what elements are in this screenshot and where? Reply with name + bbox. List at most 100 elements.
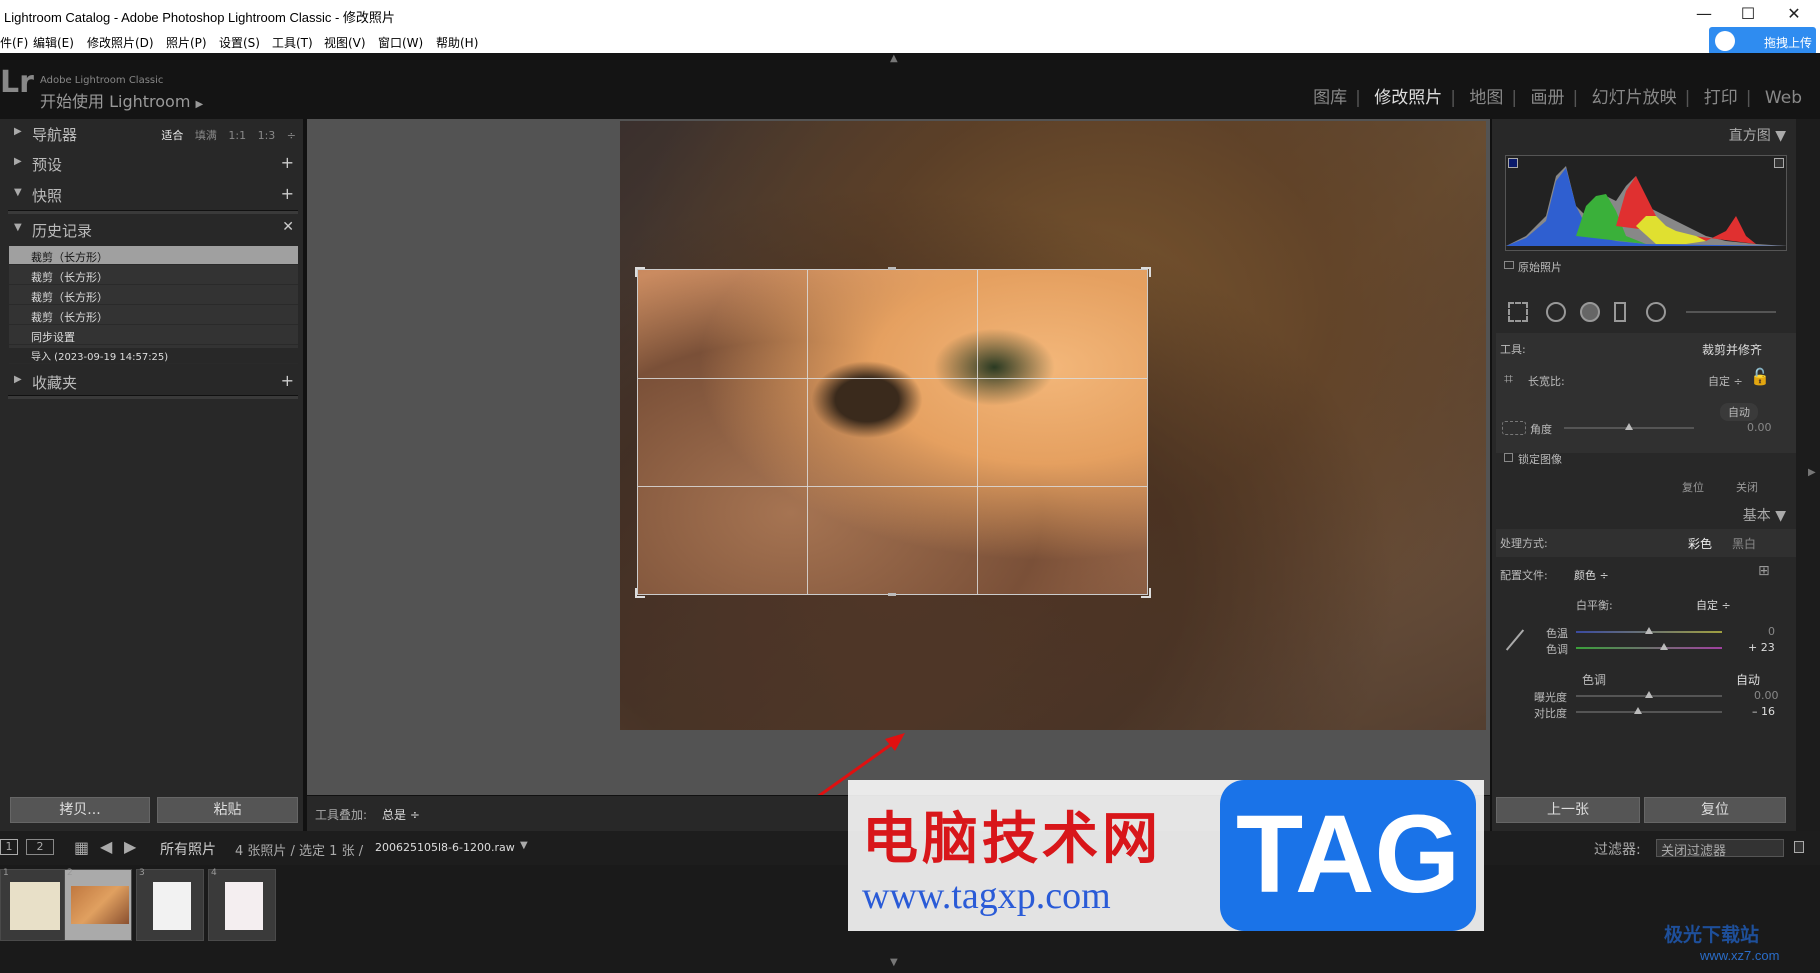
presets-header[interactable]: ▶ 预设 + xyxy=(8,151,298,177)
constrain-checkbox[interactable] xyxy=(1504,453,1513,462)
treatment-bw[interactable]: 黑白 xyxy=(1732,535,1756,552)
minimize-button[interactable]: — xyxy=(1684,4,1724,26)
copy-button[interactable]: 拷贝... xyxy=(10,797,150,823)
menu-settings[interactable]: 设置(S) xyxy=(219,34,260,51)
contrast-slider-knob[interactable] xyxy=(1634,707,1642,714)
crop-frame-icon[interactable]: ⌗ xyxy=(1504,369,1513,389)
angle-slider-knob[interactable] xyxy=(1625,423,1633,430)
crop-handle-bl[interactable] xyxy=(635,588,645,598)
tint-slider-knob[interactable] xyxy=(1660,643,1668,650)
histogram-header[interactable]: 直方图 ▼ xyxy=(1729,125,1786,145)
history-item[interactable]: 裁剪（长方形） xyxy=(9,266,298,285)
brand-line2[interactable]: 开始使用 Lightroom ▶ xyxy=(40,88,203,112)
thumbnail[interactable]: 3 xyxy=(136,868,204,941)
collapse-bottom-icon[interactable]: ▼ xyxy=(890,957,898,968)
history-item[interactable]: 裁剪（长方形） xyxy=(9,306,298,325)
collapse-top-icon[interactable]: ▲ xyxy=(890,53,898,64)
shadow-clip-icon[interactable] xyxy=(1508,158,1518,168)
crop-handle-tl[interactable] xyxy=(635,267,645,277)
menu-develop[interactable]: 修改照片(D) xyxy=(87,34,154,51)
module-slideshow[interactable]: 幻灯片放映 xyxy=(1592,88,1677,108)
red-eye-icon[interactable] xyxy=(1580,302,1600,322)
zoom-1-3[interactable]: 1:3 xyxy=(258,129,276,142)
filter-select[interactable]: 关闭过滤器 xyxy=(1656,839,1784,859)
filename-label[interactable]: 200625105l8-6-1200.raw xyxy=(375,841,515,854)
snapshots-header[interactable]: ▼ 快照 + xyxy=(8,182,298,208)
exposure-slider-knob[interactable] xyxy=(1645,691,1653,698)
graduated-filter-icon[interactable] xyxy=(1614,302,1626,322)
collections-header[interactable]: ▶ 收藏夹 + xyxy=(8,369,298,395)
brush-slider[interactable] xyxy=(1686,311,1776,313)
view-2-button[interactable]: 2 xyxy=(26,839,54,855)
crop-tool-icon[interactable] xyxy=(1508,302,1528,322)
module-map[interactable]: 地图 xyxy=(1469,88,1503,108)
eyedropper-icon[interactable] xyxy=(1505,629,1525,651)
menu-photo[interactable]: 照片(P) xyxy=(166,34,207,51)
crop-close-button[interactable]: 关闭 xyxy=(1736,479,1758,495)
filter-lock-icon[interactable] xyxy=(1794,841,1804,853)
zoom-stepper-icon[interactable]: ÷ xyxy=(287,129,296,142)
contrast-slider[interactable] xyxy=(1576,711,1722,713)
add-snapshot-icon[interactable]: + xyxy=(281,184,294,203)
history-item[interactable]: 导入 (2023-09-19 14:57:25) xyxy=(9,345,298,364)
prev-arrow-icon[interactable]: ◀ xyxy=(100,837,112,856)
maximize-button[interactable]: ☐ xyxy=(1728,4,1768,26)
radial-filter-icon[interactable] xyxy=(1646,302,1666,322)
crop-reset-button[interactable]: 复位 xyxy=(1682,479,1704,495)
menu-tools[interactable]: 工具(T) xyxy=(272,34,313,51)
reset-button[interactable]: 复位 xyxy=(1644,797,1786,823)
profile-select[interactable]: 颜色 ÷ xyxy=(1574,567,1609,583)
tool-overlay-select[interactable]: 总是 ÷ xyxy=(382,806,420,823)
temp-slider-knob[interactable] xyxy=(1645,627,1653,634)
tint-slider[interactable] xyxy=(1576,647,1722,649)
menu-edit[interactable]: 编辑(E) xyxy=(33,34,74,51)
basic-header[interactable]: 基本 ▼ xyxy=(1743,505,1786,525)
history-item[interactable]: 同步设置 xyxy=(9,326,298,345)
tone-auto-button[interactable]: 自动 xyxy=(1736,671,1760,688)
zoom-fill[interactable]: 填满 xyxy=(195,129,217,142)
next-arrow-icon[interactable]: ▶ xyxy=(124,837,136,856)
collapse-right-icon[interactable]: ▶ xyxy=(1808,467,1816,478)
thumbnail[interactable]: 1 xyxy=(0,868,68,941)
view-1-button[interactable]: 1 xyxy=(0,839,18,855)
history-header[interactable]: ▼ 历史记录 ✕ xyxy=(8,217,298,243)
straighten-tool-icon[interactable] xyxy=(1502,421,1526,435)
previous-button[interactable]: 上一张 xyxy=(1496,797,1640,823)
crop-handle-bottom[interactable] xyxy=(888,593,896,596)
spot-removal-icon[interactable] xyxy=(1546,302,1566,322)
photo-canvas[interactable] xyxy=(307,119,1490,831)
module-web[interactable]: Web xyxy=(1765,88,1802,108)
highlight-clip-icon[interactable] xyxy=(1774,158,1784,168)
add-preset-icon[interactable]: + xyxy=(281,153,294,172)
thumbnail[interactable]: 2 xyxy=(64,868,132,941)
original-photo-checkbox[interactable] xyxy=(1504,261,1514,269)
lock-icon[interactable]: 🔓 xyxy=(1750,367,1770,386)
paste-button[interactable]: 粘贴 xyxy=(157,797,298,823)
add-collection-icon[interactable]: + xyxy=(281,371,294,390)
source-label[interactable]: 所有照片 xyxy=(160,839,216,859)
history-item[interactable]: 裁剪（长方形） xyxy=(9,246,298,265)
thumbnail[interactable]: 4 xyxy=(208,868,276,941)
upload-button[interactable]: 拖拽上传 xyxy=(1709,27,1816,55)
history-item[interactable]: 裁剪（长方形） xyxy=(9,286,298,305)
close-button[interactable]: ✕ xyxy=(1774,4,1814,26)
menu-view[interactable]: 视图(V) xyxy=(324,34,366,51)
filename-dropdown-icon[interactable]: ▼ xyxy=(520,840,528,851)
module-print[interactable]: 打印 xyxy=(1704,88,1738,108)
clear-history-icon[interactable]: ✕ xyxy=(282,219,294,235)
module-library[interactable]: 图库 xyxy=(1313,88,1347,108)
navigator-header[interactable]: ▶ 导航器 适合 填满 1:1 1:3 ÷ xyxy=(8,121,298,147)
crop-handle-tr[interactable] xyxy=(1141,267,1151,277)
crop-area[interactable] xyxy=(637,269,1148,595)
auto-straighten-button[interactable]: 自动 xyxy=(1720,403,1758,421)
zoom-1-1[interactable]: 1:1 xyxy=(228,129,246,142)
grid-view-icon[interactable]: ▦ xyxy=(74,838,89,857)
menu-help[interactable]: 帮助(H) xyxy=(436,34,478,51)
module-develop[interactable]: 修改照片 xyxy=(1374,88,1442,108)
crop-handle-br[interactable] xyxy=(1141,588,1151,598)
menu-file[interactable]: 件(F) xyxy=(0,34,28,51)
crop-handle-top[interactable] xyxy=(888,267,896,270)
photo-image[interactable] xyxy=(620,121,1486,730)
profile-browser-icon[interactable]: ⊞ xyxy=(1758,563,1770,579)
menu-window[interactable]: 窗口(W) xyxy=(378,34,423,51)
